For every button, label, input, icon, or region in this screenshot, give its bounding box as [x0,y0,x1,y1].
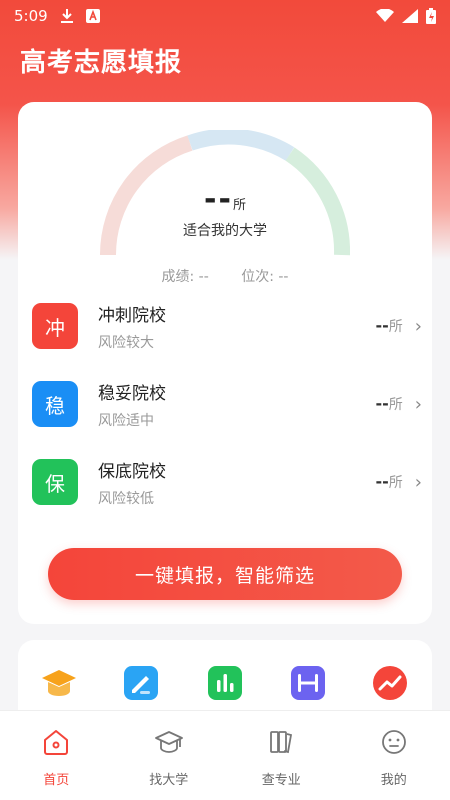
rank-label: 位次: -- [241,269,289,285]
tab-major[interactable]: 查专业 [225,711,338,800]
status-time: 5:09 [14,7,48,25]
chevron-right-icon: › [414,471,422,493]
tier-row-match[interactable]: 稳 稳妥院校 风险适中 --所 › [32,376,422,432]
tab-label: 我的 [380,773,407,788]
app-notification-icon [85,9,100,23]
home-icon [44,730,69,755]
chevron-right-icon: › [414,393,422,415]
gauge-unit: 所 [232,198,246,213]
tier-title: 冲刺院校 [98,305,166,326]
tier-badge-match: 稳 [32,381,78,427]
tier-title: 稳妥院校 [98,383,166,404]
score-rank-line: 成绩: -- 位次: -- [18,266,432,286]
tier-title: 保底院校 [98,461,166,482]
user-face-icon [381,730,406,754]
pen-icon[interactable] [122,664,160,702]
status-bar: 5:09 [0,0,450,32]
tab-label: 找大学 [149,773,189,788]
auto-fill-button[interactable]: 一键填报，智能筛选 [48,548,402,600]
graduation-cap-icon[interactable] [40,664,78,702]
tier-badge-safety: 保 [32,459,78,505]
tab-label: 查专业 [261,773,301,788]
wifi-icon [376,9,394,22]
tier-count: --所 [375,316,403,335]
tab-label: 首页 [43,773,70,788]
tier-row-reach[interactable]: 冲 冲刺院校 风险较大 --所 › [32,298,422,354]
chevron-right-icon: › [414,315,422,337]
tab-home[interactable]: 首页 [0,711,113,800]
tier-desc: 风险适中 [98,412,154,429]
bar-chart-icon[interactable] [206,664,244,702]
ruler-icon[interactable] [289,664,327,702]
gauge-segment-match [187,130,295,161]
gauge-value: --所 [18,182,432,217]
tab-mine[interactable]: 我的 [338,711,450,800]
tier-desc: 风险较大 [98,334,154,351]
recommendation-card: --所 适合我的大学 成绩: -- 位次: -- 冲 冲刺院校 风险较大 --所… [18,102,432,624]
download-icon [60,9,73,23]
score-label: 成绩: -- [161,269,209,285]
bottom-tab-bar: 首页 找大学 查专业 我的 [0,710,450,800]
trend-icon[interactable] [371,664,409,702]
graduation-cap-outline-icon [154,731,183,753]
page-title: 高考志愿填报 [20,48,183,78]
tab-find-university[interactable]: 找大学 [113,711,226,800]
tier-badge-reach: 冲 [32,303,78,349]
tier-row-safety[interactable]: 保 保底院校 风险较低 --所 › [32,454,422,510]
tier-count: --所 [375,472,403,491]
tier-count: --所 [375,394,403,413]
gauge-number: -- [204,182,233,217]
battery-icon [426,8,436,24]
signal-icon [402,9,418,23]
tier-desc: 风险较低 [98,490,154,507]
gauge-subtitle: 适合我的大学 [183,223,267,239]
books-icon [270,731,293,754]
